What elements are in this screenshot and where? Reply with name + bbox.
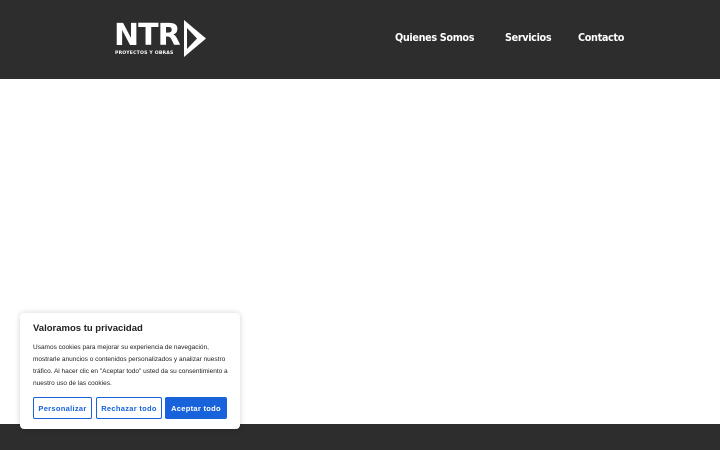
reject-all-button[interactable]: Rechazar todo bbox=[96, 397, 162, 419]
logo-tagline: PROYECTOS Y OBRAS bbox=[115, 51, 174, 56]
logo-text: NTR bbox=[114, 18, 181, 53]
main-nav: Quienes Somos Servicios Contacto bbox=[395, 31, 630, 44]
nav-contacto[interactable]: Contacto bbox=[578, 31, 624, 44]
customize-button[interactable]: Personalizar bbox=[33, 397, 92, 419]
nav-quienes-somos[interactable]: Quienes Somos bbox=[395, 31, 474, 44]
site-logo[interactable]: NTR PROYECTOS Y OBRAS bbox=[114, 18, 208, 60]
site-header: NTR PROYECTOS Y OBRAS Quienes Somos Serv… bbox=[0, 0, 720, 79]
cookie-consent-banner: Valoramos tu privacidad Usamos cookies p… bbox=[20, 313, 240, 429]
cookie-title: Valoramos tu privacidad bbox=[33, 323, 143, 334]
accept-all-button[interactable]: Aceptar todo bbox=[165, 397, 227, 419]
logo-arrow-icon bbox=[184, 20, 206, 57]
nav-servicios[interactable]: Servicios bbox=[505, 31, 552, 44]
cookie-description: Usamos cookies para mejorar su experienc… bbox=[33, 344, 228, 387]
